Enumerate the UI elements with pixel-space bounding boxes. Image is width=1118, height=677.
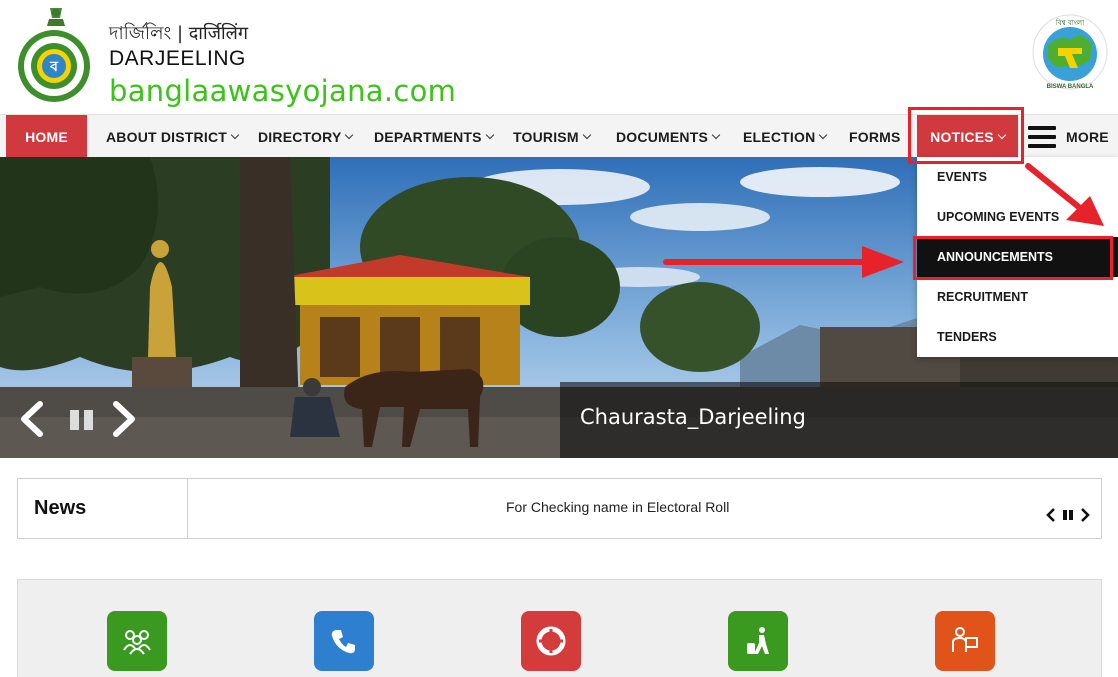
site-header: ব দার্জিলিং | दार्जिलिंग DARJEELING bang… — [0, 0, 1118, 114]
page-root: ব দার্জিলিং | दार्जिलिंग DARJEELING bang… — [0, 0, 1118, 677]
biswa-bangla-logo-icon[interactable]: বিশ্ব বাংলা BISWA BANGLA — [1032, 12, 1108, 92]
notices-highlight-box — [908, 107, 1024, 164]
nav-more-label: MORE — [1066, 128, 1109, 145]
announcements-highlight-box — [913, 236, 1113, 280]
news-controls — [1045, 507, 1091, 523]
nav-documents[interactable]: DOCUMENTS — [616, 115, 721, 158]
traveler-luggage-icon[interactable] — [728, 611, 788, 671]
wb-government-emblem-icon[interactable]: ব — [16, 4, 96, 104]
svg-text:বিশ্ব বাংলা: বিশ্ব বাংলা — [1055, 19, 1085, 27]
news-prev-icon[interactable] — [1045, 507, 1057, 523]
hamburger-menu-icon — [1028, 125, 1056, 148]
services-panel — [17, 579, 1102, 677]
watermark-site-url: banglaawasyojana.com — [109, 74, 457, 108]
site-title-block: দার্জিলিং | दार्जिलिंग DARJEELING bangla… — [109, 22, 456, 108]
news-headline-link[interactable]: For Checking name in Electoral Roll — [506, 499, 729, 515]
menu-item-tenders[interactable]: TENDERS — [917, 317, 1118, 357]
nav-home-label: HOME — [25, 128, 68, 145]
news-ticker: News For Checking name in Electoral Roll — [17, 478, 1102, 539]
nav-tourism-label: TOURISM — [513, 128, 579, 145]
nav-about-label: ABOUT DISTRICT — [106, 128, 228, 145]
slide-next-icon[interactable] — [104, 398, 144, 440]
people-group-icon[interactable] — [107, 611, 167, 671]
menu-item-upcoming-events[interactable]: UPCOMING EVENTS — [917, 197, 1118, 237]
chevron-down-icon — [582, 130, 591, 139]
nav-about-district[interactable]: ABOUT DISTRICT — [106, 115, 240, 158]
delivery-person-icon[interactable] — [935, 611, 995, 671]
nav-departments-label: DEPARTMENTS — [374, 128, 482, 145]
chevron-down-icon — [230, 130, 240, 139]
lifebuoy-icon[interactable] — [521, 611, 581, 671]
nav-documents-label: DOCUMENTS — [616, 128, 709, 145]
site-title-local: দার্জিলিং | दार्जिलिंग — [109, 23, 248, 44]
site-title[interactable]: DARJEELING — [109, 46, 456, 72]
nav-departments[interactable]: DEPARTMENTS — [374, 115, 494, 158]
chevron-down-icon — [485, 130, 494, 139]
nav-election[interactable]: ELECTION — [743, 115, 828, 158]
chevron-down-icon — [711, 130, 721, 139]
nav-home[interactable]: HOME — [6, 115, 87, 158]
nav-forms-label: FORMS — [849, 128, 901, 145]
nav-directory[interactable]: DIRECTORY — [258, 115, 354, 158]
nav-forms[interactable]: FORMS — [849, 115, 901, 158]
svg-text:BISWA BANGLA: BISWA BANGLA — [1047, 84, 1094, 90]
news-next-icon[interactable] — [1079, 507, 1091, 523]
news-pause-icon[interactable] — [1062, 508, 1074, 522]
phone-icon[interactable] — [314, 611, 374, 671]
slide-pause-icon[interactable] — [62, 398, 102, 440]
chevron-down-icon — [819, 130, 828, 139]
chevron-down-icon — [345, 130, 354, 139]
menu-item-recruitment[interactable]: RECRUITMENT — [917, 277, 1118, 317]
slide-prev-icon[interactable] — [12, 398, 52, 440]
nav-directory-label: DIRECTORY — [258, 128, 342, 145]
nav-election-label: ELECTION — [743, 128, 816, 145]
nav-tourism[interactable]: TOURISM — [513, 115, 591, 158]
slide-caption: Chaurasta_Darjeeling — [580, 405, 806, 429]
svg-text:ব: ব — [49, 59, 59, 75]
nav-more[interactable]: MORE — [1028, 115, 1118, 158]
news-label: News — [18, 479, 188, 538]
